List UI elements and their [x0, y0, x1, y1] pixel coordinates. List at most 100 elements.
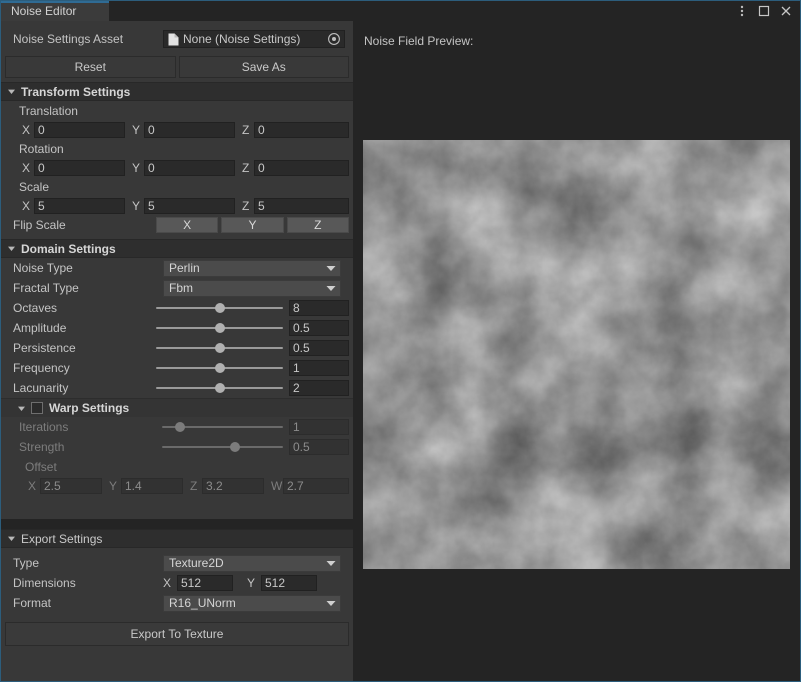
axis-label-y: Y	[106, 479, 121, 493]
iterations-slider[interactable]	[162, 419, 283, 435]
axis-label-w: W	[268, 479, 283, 493]
scale-z: Z 5	[239, 198, 349, 214]
axis-label-x: X	[25, 479, 40, 493]
slider-handle[interactable]	[175, 422, 185, 432]
warp-offset-z-field[interactable]: 3.2	[202, 478, 264, 494]
foldout-domain-settings[interactable]: Domain Settings	[1, 239, 353, 258]
chevron-down-icon	[326, 560, 336, 567]
slider-handle[interactable]	[215, 303, 225, 313]
content-area: Noise Settings Asset None (Noise Setting…	[1, 21, 800, 681]
export-type-value: Texture2D	[169, 556, 326, 570]
warp-settings-checkbox[interactable]	[31, 402, 43, 414]
noise-settings-asset-field[interactable]: None (Noise Settings)	[163, 30, 345, 48]
save-as-button[interactable]: Save As	[179, 56, 350, 78]
rotation-z-field[interactable]: 0	[254, 160, 349, 176]
translation-y-field[interactable]: 0	[144, 122, 235, 138]
export-format-label: Format	[13, 596, 163, 610]
dimensions-x-field[interactable]: 512	[177, 575, 233, 591]
fractal-type-row: Fractal Type Fbm	[1, 278, 353, 298]
chevron-down-icon	[326, 265, 336, 272]
translation-x-field[interactable]: 0	[34, 122, 125, 138]
amplitude-slider[interactable]	[156, 320, 283, 336]
translation-label: Translation	[1, 101, 353, 120]
persistence-slider[interactable]	[156, 340, 283, 356]
scale-y-field[interactable]: 5	[144, 198, 235, 214]
object-picker-icon[interactable]	[327, 32, 341, 46]
axis-label-z: Z	[239, 161, 254, 175]
octaves-slider[interactable]	[156, 300, 283, 316]
rotation-z: Z 0	[239, 160, 349, 176]
export-format-dropdown[interactable]: R16_UNorm	[163, 595, 341, 612]
axis-label-y: Y	[129, 161, 144, 175]
slider-handle[interactable]	[215, 343, 225, 353]
maximize-icon[interactable]	[754, 2, 774, 20]
flip-scale-y-button[interactable]: Y	[221, 217, 283, 233]
slider-handle[interactable]	[215, 323, 225, 333]
close-icon[interactable]	[776, 2, 796, 20]
warp-offset-x-field[interactable]: 2.5	[40, 478, 102, 494]
warp-offset-w-field[interactable]: 2.7	[283, 478, 349, 494]
frequency-field[interactable]: 1	[289, 360, 349, 376]
dimensions-y-field[interactable]: 512	[261, 575, 317, 591]
chevron-down-icon	[326, 285, 336, 292]
translation-z-field[interactable]: 0	[254, 122, 349, 138]
tab-noise-editor[interactable]: Noise Editor	[1, 1, 109, 21]
rotation-x-field[interactable]: 0	[34, 160, 125, 176]
kebab-menu-icon[interactable]	[732, 2, 752, 20]
triangle-down-icon	[17, 404, 26, 413]
persistence-field[interactable]: 0.5	[289, 340, 349, 356]
rotation-vector-row: X 0 Y 0 Z 0	[1, 158, 353, 177]
flip-scale-z-button[interactable]: Z	[287, 217, 349, 233]
iterations-label: Iterations	[13, 420, 162, 434]
octaves-field[interactable]: 8	[289, 300, 349, 316]
noise-type-value: Perlin	[169, 261, 326, 275]
export-to-texture-button[interactable]: Export To Texture	[5, 622, 349, 646]
foldout-transform-settings[interactable]: Transform Settings	[1, 82, 353, 101]
octaves-row: Octaves 8	[1, 298, 353, 318]
domain-settings-title: Domain Settings	[21, 242, 116, 256]
foldout-warp-settings[interactable]: Warp Settings	[1, 398, 353, 417]
strength-slider[interactable]	[162, 439, 283, 455]
reset-button[interactable]: Reset	[5, 56, 176, 78]
strength-row: Strength 0.5	[1, 437, 353, 457]
amplitude-field[interactable]: 0.5	[289, 320, 349, 336]
slider-handle[interactable]	[230, 442, 240, 452]
scale-z-field[interactable]: 5	[254, 198, 349, 214]
frequency-slider[interactable]	[156, 360, 283, 376]
warp-offset-y-field[interactable]: 1.4	[121, 478, 183, 494]
lacunarity-field[interactable]: 2	[289, 380, 349, 396]
lacunarity-row: Lacunarity 2	[1, 378, 353, 398]
slider-track	[162, 446, 283, 448]
scale-x-field[interactable]: 5	[34, 198, 125, 214]
export-type-dropdown[interactable]: Texture2D	[163, 555, 341, 572]
iterations-row: Iterations 1	[1, 417, 353, 437]
strength-field[interactable]: 0.5	[289, 439, 349, 455]
transform-settings-title: Transform Settings	[21, 85, 130, 99]
flip-scale-x-button[interactable]: X	[156, 217, 218, 233]
noise-editor-window: Noise Editor	[0, 0, 801, 682]
scale-y: Y 5	[129, 198, 239, 214]
scale-label: Scale	[1, 177, 353, 196]
slider-handle[interactable]	[215, 383, 225, 393]
foldout-export-settings[interactable]: Export Settings	[1, 529, 353, 548]
slider-handle[interactable]	[215, 363, 225, 373]
tab-label: Noise Editor	[11, 4, 76, 18]
amplitude-row: Amplitude 0.5	[1, 318, 353, 338]
warp-settings-title: Warp Settings	[49, 401, 129, 415]
axis-label-y: Y	[247, 576, 261, 590]
amplitude-label: Amplitude	[13, 321, 156, 335]
fractal-type-dropdown[interactable]: Fbm	[163, 280, 341, 297]
warp-offset-y: Y 1.4	[106, 478, 187, 494]
axis-label-y: Y	[129, 199, 144, 213]
rotation-y-field[interactable]: 0	[144, 160, 235, 176]
chevron-down-icon	[326, 600, 336, 607]
iterations-field[interactable]: 1	[289, 419, 349, 435]
export-settings-title: Export Settings	[21, 532, 102, 546]
export-type-row: Type Texture2D	[1, 553, 353, 573]
export-type-label: Type	[13, 556, 163, 570]
translation-z: Z 0	[239, 122, 349, 138]
noise-type-dropdown[interactable]: Perlin	[163, 260, 341, 277]
strength-label: Strength	[13, 440, 162, 454]
fractal-type-label: Fractal Type	[13, 281, 163, 295]
lacunarity-slider[interactable]	[156, 380, 283, 396]
